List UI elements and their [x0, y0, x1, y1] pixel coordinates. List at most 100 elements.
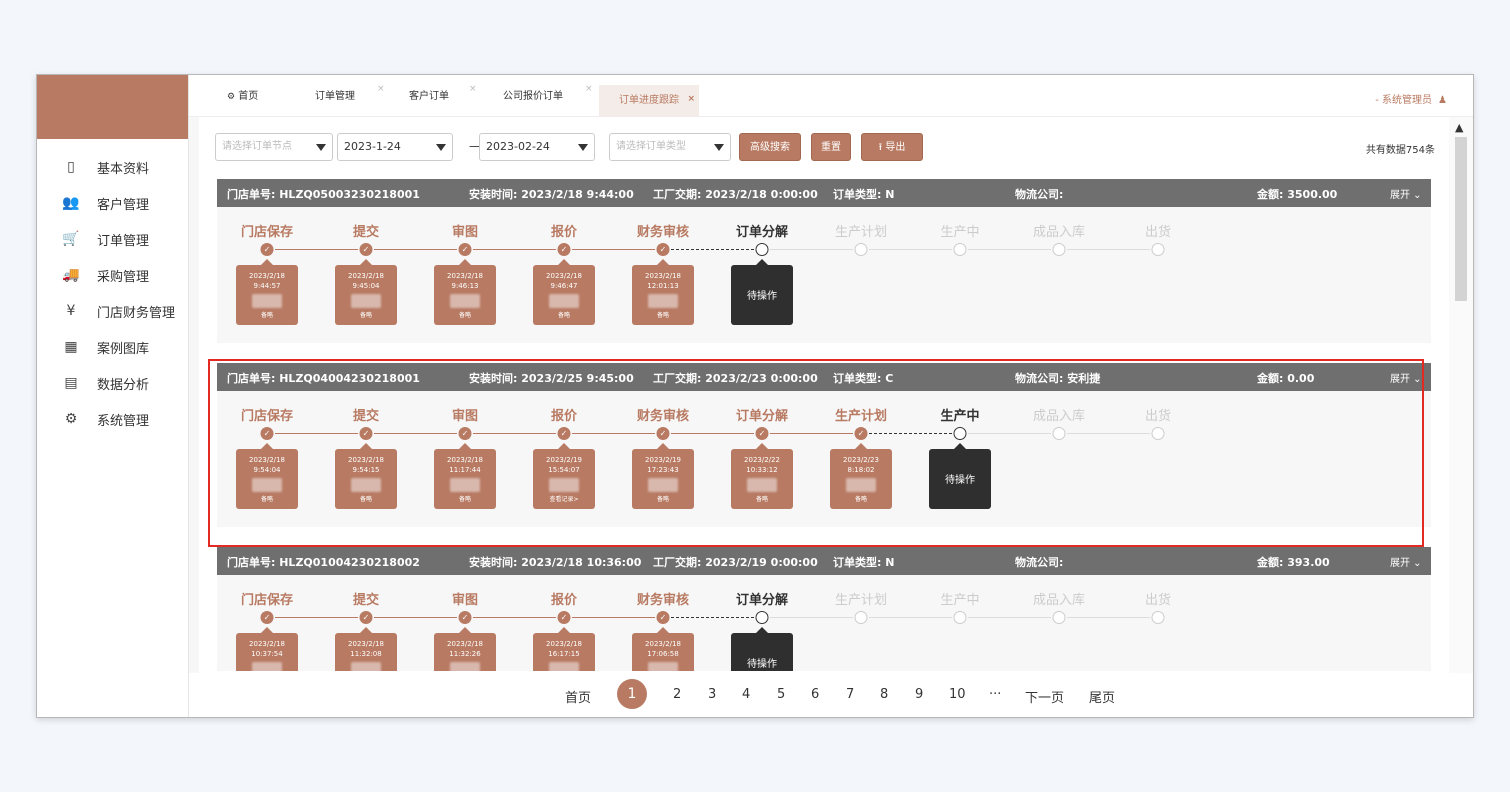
scroll-up-icon[interactable]: ▲ [1455, 121, 1463, 134]
step-record-card[interactable]: 2023/2/18 9:46:47 备略 [533, 259, 595, 325]
sidebar-item-label: 基本资料 [97, 161, 150, 177]
sidebar-item-gallery[interactable]: ▦ 案例图库 [37, 329, 188, 365]
step-record-card[interactable]: 2023/2/18 11:32:08 [335, 627, 397, 671]
step-circle [1151, 611, 1165, 624]
waiting-operation-card[interactable]: 待操作 [731, 259, 793, 325]
tab-customer-orders[interactable]: 客户订单 × [409, 84, 477, 109]
scrollbar[interactable]: ▲ [1449, 117, 1473, 717]
tab-order-management[interactable]: 订单管理 × [315, 84, 385, 109]
scroll-thumb[interactable] [1455, 137, 1467, 301]
step-label: 财务审核 [636, 225, 690, 240]
waiting-label: 待操作 [747, 291, 777, 302]
step-record-card[interactable]: 2023/2/22 10:33:12 备略 [731, 443, 793, 509]
close-icon[interactable]: × [687, 83, 695, 115]
pager-page-5[interactable]: 5 [777, 687, 785, 702]
pager-page-3[interactable]: 3 [708, 687, 716, 702]
sidebar-item-label: 数据分析 [97, 377, 150, 393]
step-connector [968, 617, 1051, 618]
step-connector [770, 617, 853, 618]
close-icon[interactable]: × [469, 77, 477, 101]
step-record-card[interactable]: 2023/2/19 17:23:43 备略 [632, 443, 694, 509]
waiting-operation-card[interactable]: 待操作 [731, 627, 793, 671]
step-circle [755, 243, 769, 256]
main-area: ⚙ 首页 订单管理 × 客户订单 × 公司报价订单 × 订单进度跟踪 × - 系统管理员… [189, 75, 1473, 717]
export-button[interactable]: ⭱ 导出 [861, 133, 923, 161]
close-icon[interactable]: × [377, 77, 385, 101]
check-icon: ✓ [656, 427, 670, 440]
tab-company-quote-orders[interactable]: 公司报价订单 × [503, 84, 593, 109]
pager-next[interactable]: 下一页 [1025, 687, 1064, 706]
pager-page-2[interactable]: 2 [673, 687, 681, 702]
step-record-card[interactable]: 2023/2/18 16:17:15 [533, 627, 595, 671]
sidebar-item-system[interactable]: ⚙ 系统管理 [37, 401, 188, 437]
order-expand-toggle[interactable]: 展开 ⌄ [1390, 370, 1422, 385]
close-icon[interactable]: × [585, 77, 593, 101]
operator-avatar [450, 662, 480, 671]
pager-page-6[interactable]: 6 [811, 687, 819, 702]
order-type-select[interactable]: 请选择订单类型 [609, 133, 731, 161]
step-record-card[interactable]: 2023/2/18 10:37:54 [236, 627, 298, 671]
sidebar-item-purchasing[interactable]: 🚚 采购管理 [37, 257, 188, 293]
pager-page-8[interactable]: 8 [880, 687, 888, 702]
order-factory-date: 工厂交期: 2023/2/23 0:00:00 [653, 372, 818, 385]
order-node-placeholder: 请选择订单节点 [222, 141, 292, 152]
pager-page-1[interactable]: 1 [617, 679, 647, 709]
step-record-card[interactable]: 2023/2/18 9:45:04 备略 [335, 259, 397, 325]
operator-avatar [450, 478, 480, 492]
sidebar-item-analytics[interactable]: ▤ 数据分析 [37, 365, 188, 401]
step-record-card[interactable]: 2023/2/18 9:54:04 备略 [236, 443, 298, 509]
step-record-card[interactable]: 2023/2/19 15:54:07 查看记录> [533, 443, 595, 509]
order-expand-toggle[interactable]: 展开 ⌄ [1390, 186, 1422, 201]
pager-page-10[interactable]: 10 [949, 687, 966, 702]
pager-last[interactable]: 尾页 [1089, 687, 1115, 706]
sidebar-item-customers[interactable]: 👥 客户管理 [37, 185, 188, 221]
step-record-card[interactable]: 2023/2/18 9:44:57 备略 [236, 259, 298, 325]
operator-avatar [549, 478, 579, 492]
sidebar-item-orders[interactable]: 🛒 订单管理 [37, 221, 188, 257]
step-circle [1052, 427, 1066, 440]
pager-first[interactable]: 首页 [565, 687, 591, 706]
step-record-card[interactable]: 2023/2/18 9:46:13 备略 [434, 259, 496, 325]
order-node-select[interactable]: 请选择订单节点 [215, 133, 333, 161]
step-connector [473, 433, 556, 434]
pager-page-7[interactable]: 7 [846, 687, 854, 702]
operator-avatar [252, 294, 282, 308]
step-label: 报价 [550, 409, 578, 424]
sidebar-item-store-finance[interactable]: ¥ 门店财务管理 [37, 293, 188, 329]
order-expand-toggle[interactable]: 展开 ⌄ [1390, 554, 1422, 569]
waiting-operation-card[interactable]: 待操作 [929, 443, 991, 509]
user-menu[interactable]: - 系统管理员 ♟ [1375, 91, 1447, 106]
record-datetime: 2023/2/18 9:46:13 [434, 271, 496, 291]
pager-page-9[interactable]: 9 [915, 687, 923, 702]
step-label: 生产计划 [834, 409, 888, 424]
record-datetime: 2023/2/19 15:54:07 [533, 455, 595, 475]
date-start-select[interactable]: 2023-1-24 [337, 133, 453, 161]
check-icon: ✓ [260, 243, 274, 256]
sidebar-item-basic-info[interactable]: ▯ 基本资料 [37, 149, 188, 185]
pager-page-4[interactable]: 4 [742, 687, 750, 702]
step-label: 审图 [451, 593, 479, 608]
tab-home[interactable]: ⚙ 首页 [227, 85, 258, 109]
step-label: 提交 [352, 409, 380, 424]
reset-button[interactable]: 重置 [811, 133, 851, 161]
record-datetime: 2023/2/23 8:18:02 [830, 455, 892, 475]
pagination: 首页 1 2 3 4 5 6 7 8 9 10 ··· 下一页 尾页 [189, 673, 1473, 717]
record-operator: 备略 [854, 496, 867, 503]
tab-order-progress[interactable]: 订单进度跟踪 × [599, 85, 699, 117]
check-icon: ✓ [755, 427, 769, 440]
step-record-card[interactable]: 2023/2/18 9:54:15 备略 [335, 443, 397, 509]
sidebar-item-label: 客户管理 [97, 197, 150, 213]
step-record-card[interactable]: 2023/2/23 8:18:02 备略 [830, 443, 892, 509]
date-end-select[interactable]: 2023-02-24 [479, 133, 595, 161]
step-record-card[interactable]: 2023/2/18 17:06:58 [632, 627, 694, 671]
order-install-time: 安装时间: 2023/2/18 10:36:00 [469, 556, 642, 569]
step-label: 提交 [352, 225, 380, 240]
advanced-search-button[interactable]: 高级搜索 [739, 133, 801, 161]
step-record-card[interactable]: 2023/2/18 11:32:26 [434, 627, 496, 671]
operator-avatar [252, 662, 282, 671]
step-record-card[interactable]: 2023/2/18 11:17:44 备略 [434, 443, 496, 509]
record-datetime: 2023/2/22 10:33:12 [731, 455, 793, 475]
operator-avatar [846, 478, 876, 492]
tab-label: 客户订单 [409, 91, 449, 102]
step-record-card[interactable]: 2023/2/18 12:01:13 备略 [632, 259, 694, 325]
